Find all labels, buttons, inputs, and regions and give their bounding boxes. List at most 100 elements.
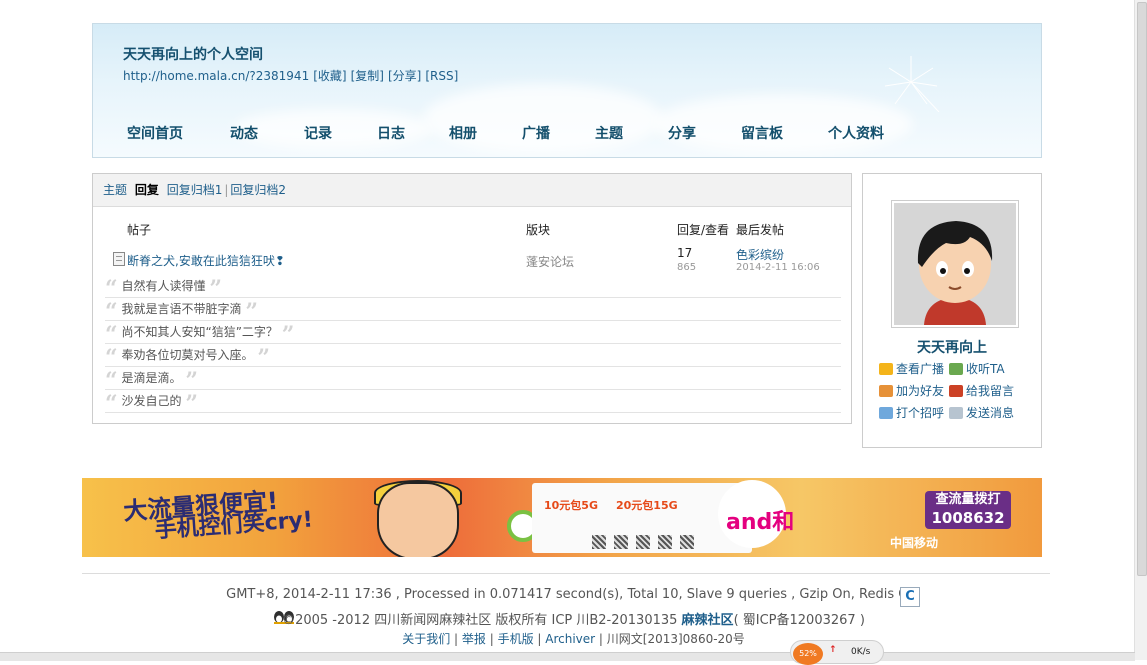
mobile-link[interactable]: 手机版 <box>498 632 534 646</box>
footer-divider <box>82 573 1050 574</box>
ad-banner[interactable]: 大流量狠便宜! 手机控们笑cry! 10元包5G 20元包15G and和 查流… <box>82 478 1042 557</box>
profile-card: 天天再向上 查看广播 收听TA 加为好友 给我留言 打个招呼 发送消息 <box>862 173 1042 448</box>
pencil-icon <box>949 385 963 397</box>
space-header: 天天再向上的个人空间 http://home.mala.cn/?2381941 [… <box>92 23 1042 158</box>
about-link[interactable]: 关于我们 <box>402 632 450 646</box>
tab-archive-1[interactable]: 回复归档1 <box>167 183 223 197</box>
leave-message-label: 给我留言 <box>966 384 1015 398</box>
archiver-link[interactable]: Archiver <box>545 632 595 646</box>
report-link[interactable]: 举报 <box>462 632 486 646</box>
leave-message-link[interactable]: 给我留言 <box>949 382 1014 399</box>
nav-share[interactable]: 分享 <box>668 123 741 143</box>
post-subject-link[interactable]: 断脊之犬,安敢在此狺狺狂吠❢ <box>127 252 285 269</box>
envelope-icon <box>949 407 963 419</box>
brand-link[interactable]: 麻辣社区 <box>682 613 734 628</box>
laughing-face-icon <box>377 482 459 557</box>
last-poster-link[interactable]: 色彩缤纷 <box>736 246 784 263</box>
reply-quote[interactable]: “ 沙发自己的 ” <box>105 390 841 415</box>
icp-text: ( 蜀ICP备12003267 ) <box>733 613 865 628</box>
plan-10yuan: 10元包5G <box>544 499 598 512</box>
memory-ball: 52% <box>793 643 823 665</box>
nav-home[interactable]: 空间首页 <box>127 123 230 143</box>
avatar[interactable] <box>894 203 1016 325</box>
ad-cta-line1: 查流量拨打 <box>935 492 1001 507</box>
reply-quote[interactable]: “ 我就是言语不带脏字滴 ” <box>105 298 841 323</box>
plan-20yuan: 20元包15G <box>616 499 678 512</box>
share-link[interactable]: [分享] <box>388 69 421 83</box>
footer-copyright: ©2005 -2012 四川新闻网麻辣社区 版权所有 ICP 川B2-20130… <box>0 609 1147 628</box>
cnzz-badge-icon[interactable]: C <box>900 587 920 607</box>
replies-panel: 主题 回复 回复归档1 | 回复归档2 帖子 版块 回复/查看 最后发帖 断脊之犬,… <box>92 173 852 424</box>
view-broadcast-label: 查看广播 <box>896 362 945 376</box>
handshake-icon <box>879 385 893 397</box>
reply-quote[interactable]: “ 尚不知其人安知“狺狺”二字？ ” <box>105 321 841 346</box>
col-replies-views: 回复/查看 <box>677 223 730 237</box>
speed-value: 0K/s <box>851 647 871 657</box>
add-friend-link[interactable]: 加为好友 <box>879 382 944 399</box>
bookmark-link[interactable]: [收藏] <box>313 69 346 83</box>
copy-link[interactable]: [复制] <box>351 69 384 83</box>
qr-icon <box>680 535 694 549</box>
space-title: 天天再向上的个人空间 <box>123 47 263 63</box>
nav-records[interactable]: 记录 <box>304 123 377 143</box>
reply-text: 我就是言语不带脏字滴 <box>121 302 242 316</box>
reply-quote[interactable]: “ 奉劝各位切莫对号入座。 ” <box>105 344 841 369</box>
reply-quote[interactable]: “ 自然有人读得懂 ” <box>105 275 841 300</box>
greet-link[interactable]: 打个招呼 <box>879 404 944 421</box>
last-post-time: 2014-2-11 16:06 <box>736 262 820 273</box>
nav-blog[interactable]: 日志 <box>377 123 449 143</box>
rss-link[interactable]: [RSS] <box>425 69 458 83</box>
tab-topics[interactable]: 主题 <box>103 183 127 197</box>
open-quote-icon: “ <box>105 391 118 417</box>
forum-link[interactable]: 蓬安论坛 <box>526 253 574 270</box>
tab-archive-2[interactable]: 回复归档2 <box>230 183 286 197</box>
vertical-scrollbar[interactable] <box>1134 0 1147 660</box>
reply-text: 奉劝各位切莫对号入座。 <box>121 348 254 362</box>
nav-guestbook[interactable]: 留言板 <box>741 123 828 143</box>
tab-replies[interactable]: 回复 <box>135 183 159 197</box>
nav-profile[interactable]: 个人资料 <box>828 123 884 143</box>
copyright-text: ©2005 -2012 四川新闻网麻辣社区 版权所有 ICP 川B2-20130… <box>282 613 682 628</box>
table-header: 帖子 版块 回复/查看 最后发帖 <box>93 221 851 237</box>
nav-topics[interactable]: 主题 <box>595 123 668 143</box>
megaphone-icon <box>879 363 893 375</box>
scrollbar-thumb[interactable] <box>1137 2 1147 576</box>
qr-icon <box>614 535 628 549</box>
nav-feed[interactable]: 动态 <box>230 123 304 143</box>
follow-label: 收听TA <box>966 362 1005 376</box>
send-message-label: 发送消息 <box>966 406 1015 420</box>
reply-text: 尚不知其人安知“狺狺”二字？ <box>121 325 278 339</box>
space-nav: 空间首页 动态 记录 日志 相册 广播 主题 分享 留言板 个人资料 <box>127 123 884 143</box>
follow-link[interactable]: 收听TA <box>949 360 1005 377</box>
send-message-link[interactable]: 发送消息 <box>949 404 1014 421</box>
upload-arrow-icon: ↑ <box>829 645 837 655</box>
space-url[interactable]: http://home.mala.cn/?2381941 <box>123 69 309 83</box>
profile-name[interactable]: 天天再向上 <box>863 337 1041 357</box>
network-speed-widget[interactable]: 52% ↑ 0K/s <box>790 640 884 665</box>
cartoon-boy-icon <box>894 203 1016 325</box>
col-post: 帖子 <box>127 223 152 237</box>
and-logo: and和 <box>726 510 795 535</box>
ad-slogan: 大流量狠便宜! 手机控们笑cry! <box>122 487 313 544</box>
reply-count: 17 <box>677 246 693 260</box>
reply-text: 自然有人读得懂 <box>121 279 206 293</box>
qr-icon <box>592 535 606 549</box>
qr-icon <box>658 535 672 549</box>
greet-user-icon <box>879 407 893 419</box>
view-broadcast-link[interactable]: 查看广播 <box>879 360 944 377</box>
avatar-frame[interactable] <box>891 200 1019 328</box>
footer-links: 关于我们 | 举报 | 手机版 | Archiver | 川网文[2013]08… <box>402 632 745 646</box>
reply-quote[interactable]: “ 是滴是滴。 ” <box>105 367 841 392</box>
reply-text: 是滴是滴。 <box>121 371 182 385</box>
license-text: 川网文[2013]0860-20号 <box>606 632 745 646</box>
col-forum: 版块 <box>526 223 551 237</box>
nav-album[interactable]: 相册 <box>449 123 522 143</box>
reply-text: 沙发自己的 <box>121 394 182 408</box>
china-mobile-logo: 中国移动 <box>890 536 939 550</box>
greet-label: 打个招呼 <box>896 406 945 420</box>
ad-cta: 查流量拨打 1008632 <box>925 491 1011 529</box>
nav-broadcast[interactable]: 广播 <box>522 123 595 143</box>
add-friend-label: 加为好友 <box>896 384 945 398</box>
col-last-post: 最后发帖 <box>736 223 785 237</box>
tab-bar: 主题 回复 回复归档1 | 回复归档2 <box>93 174 851 207</box>
